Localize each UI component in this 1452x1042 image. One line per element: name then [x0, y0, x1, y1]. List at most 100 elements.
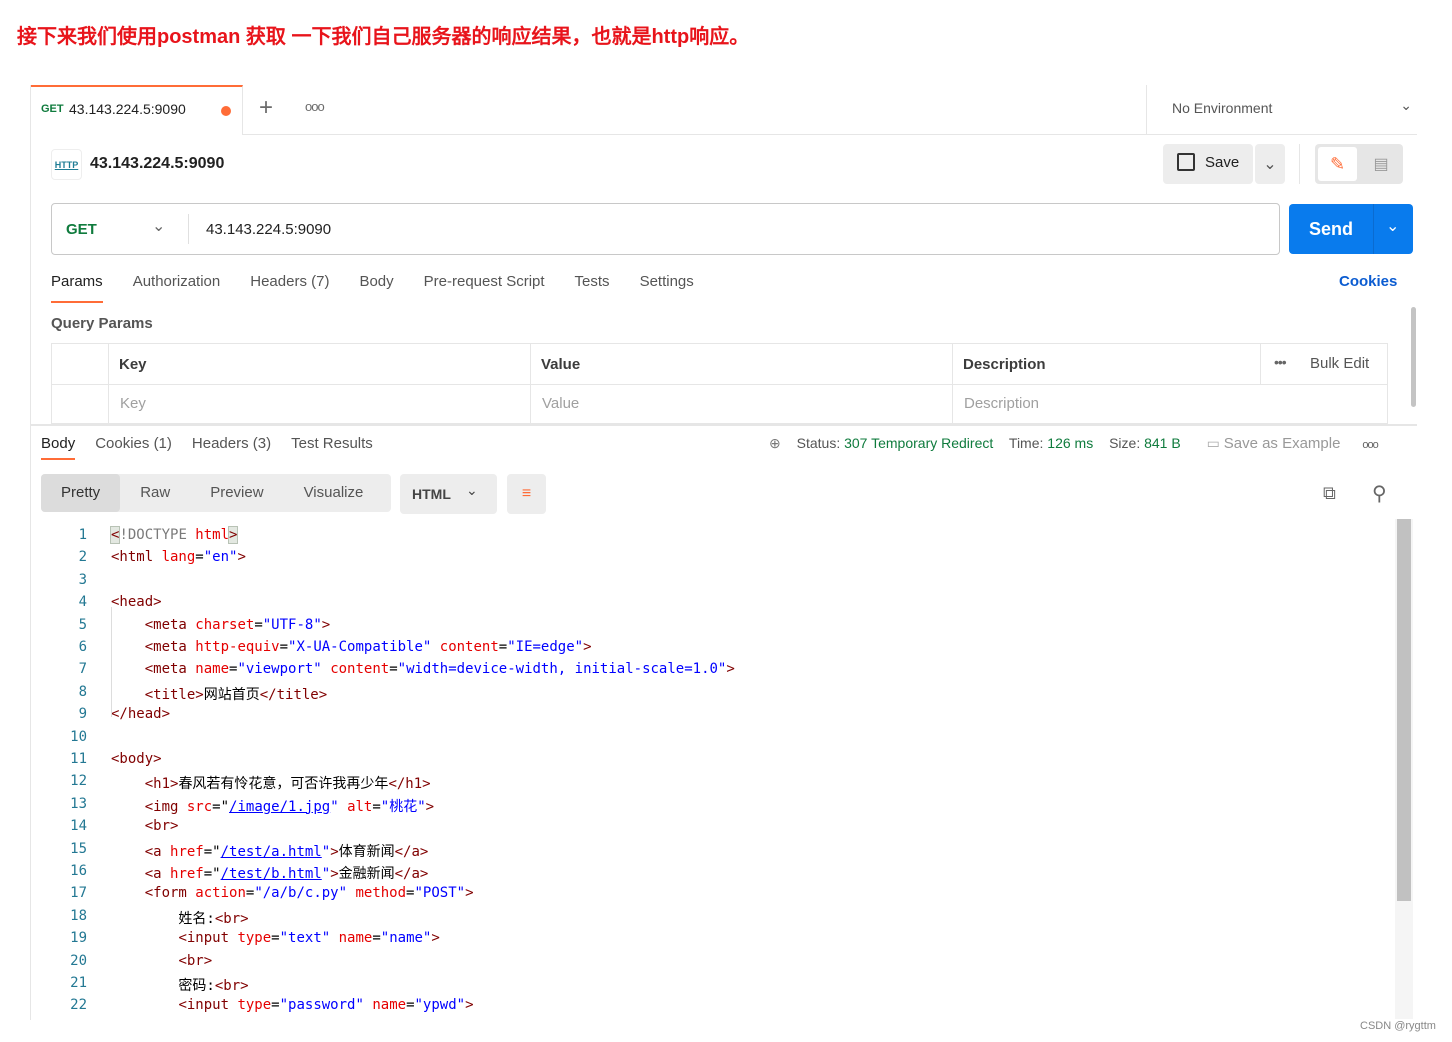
response-tab-headers[interactable]: Headers (3) — [192, 435, 271, 460]
code-token: =" — [203, 866, 221, 882]
code-token: > — [330, 866, 339, 882]
method-select[interactable]: GET — [66, 221, 97, 238]
view-mode-preview[interactable]: Preview — [190, 474, 283, 512]
line-number: 7 — [78, 661, 87, 678]
response-body-editor[interactable]: 1 <!DOCTYPE html> 2 <html lang="en"> 3 4 <head… — [31, 517, 1397, 1017]
response-tab-test-results[interactable]: Test Results — [291, 435, 373, 460]
environment-select[interactable]: No Environment ⌄ — [1172, 97, 1412, 116]
editor-scrollbar-thumb[interactable] — [1397, 519, 1411, 901]
request-tabs: Params Authorization Headers (7) Body Pre-re… — [51, 273, 694, 303]
code-token: </a> — [394, 866, 429, 882]
response-tab-body[interactable]: Body — [41, 435, 76, 460]
code-line: 姓名:<br> — [111, 908, 248, 928]
code-token: <a — [144, 866, 171, 882]
url-input[interactable]: 43.143.224.5:9090 — [206, 221, 331, 238]
tab-headers[interactable]: Headers (7) — [250, 273, 329, 303]
code-token: > — [726, 661, 735, 678]
edit-pencil-icon[interactable]: ✎ — [1318, 147, 1357, 181]
bulk-edit-button[interactable]: Bulk Edit — [1310, 355, 1369, 372]
line-number: 18 — [70, 907, 87, 924]
code-line: 密码:<br> — [111, 975, 248, 995]
code-line: <title>网站首页</title> — [111, 684, 327, 704]
more-options-icon[interactable]: ••• — [1274, 354, 1287, 370]
code-token: "X-UA-Compatible" — [288, 639, 432, 655]
response-tabs: Body Cookies (1) Headers (3) Test Results — [41, 435, 373, 460]
line-number: 8 — [78, 683, 87, 700]
line-number: 12 — [70, 773, 87, 790]
code-link[interactable]: /test/a.html — [221, 844, 322, 860]
comments-icon[interactable]: ▤ — [1363, 147, 1399, 181]
code-token: name — [195, 661, 230, 678]
time-label: Time: — [1008, 435, 1044, 451]
code-token: <body> — [111, 751, 162, 767]
line-number: 10 — [70, 728, 87, 745]
wrap-lines-icon[interactable]: ≡ — [507, 474, 546, 514]
save-example-icon: ▭ — [1206, 435, 1220, 451]
send-options-chevron-icon[interactable]: ⌄ — [1386, 216, 1399, 236]
line-number: 9 — [78, 706, 87, 723]
code-token: "width=device-width, initial-scale=1.0" — [397, 661, 727, 678]
response-tab-cookies[interactable]: Cookies (1) — [95, 435, 172, 460]
more-tabs-icon[interactable]: ooo — [305, 99, 325, 114]
code-line: <meta charset="UTF-8"> — [111, 617, 330, 633]
cookies-link[interactable]: Cookies — [1339, 273, 1397, 290]
format-select[interactable]: HTML ⌄ — [400, 474, 497, 514]
code-token: lang — [161, 549, 196, 566]
save-as-example-button[interactable]: Save as Example — [1224, 435, 1341, 452]
code-token: "ypwd" — [414, 997, 466, 1014]
checkbox-column — [52, 344, 109, 423]
description-input[interactable]: Description — [964, 395, 1039, 412]
code-token: <meta — [144, 639, 196, 655]
code-token: </head> — [111, 706, 171, 723]
tab-body[interactable]: Body — [359, 273, 393, 303]
code-token: = — [195, 549, 204, 566]
code-token: "password" — [279, 997, 364, 1014]
request-tab[interactable]: GET 43.143.224.5:9090 — [31, 85, 243, 135]
code-token: method — [355, 885, 407, 902]
tab-authorization[interactable]: Authorization — [133, 273, 221, 303]
tab-tests[interactable]: Tests — [575, 273, 610, 303]
code-token: name — [372, 997, 407, 1014]
tab-settings[interactable]: Settings — [640, 273, 694, 303]
code-line: <!DOCTYPE html> — [109, 526, 239, 544]
line-number: 22 — [70, 997, 87, 1014]
tab-pre-request-script[interactable]: Pre-request Script — [424, 273, 545, 303]
code-token: > — [425, 798, 435, 815]
indent-guide — [111, 607, 112, 717]
line-number: 13 — [70, 795, 87, 812]
search-icon[interactable]: ⚲ — [1372, 481, 1387, 506]
url-bar: GET ⌄ 43.143.224.5:9090 — [51, 203, 1280, 255]
value-input[interactable]: Value — [542, 395, 579, 412]
more-options-icon[interactable]: ooo — [1362, 439, 1378, 451]
save-button[interactable]: Save — [1163, 144, 1253, 184]
request-name[interactable]: 43.143.224.5:9090 — [90, 155, 224, 173]
request-scrollbar[interactable] — [1411, 307, 1416, 407]
save-options-chevron-icon[interactable]: ⌄ — [1255, 144, 1285, 184]
code-token: <a — [144, 843, 171, 860]
method-chevron-icon[interactable]: ⌄ — [152, 216, 165, 236]
line-number: 2 — [78, 549, 87, 566]
code-token: <meta — [144, 616, 196, 633]
key-input[interactable]: Key — [120, 395, 146, 412]
new-tab-plus-icon[interactable]: + — [259, 94, 273, 122]
code-link[interactable]: /test/b.html — [221, 866, 322, 882]
view-mode-pretty[interactable]: Pretty — [41, 474, 121, 512]
copy-icon[interactable]: ⧉ — [1323, 483, 1336, 504]
pane-divider[interactable] — [31, 424, 1417, 426]
divider — [1146, 85, 1147, 134]
view-mode-raw[interactable]: Raw — [120, 474, 190, 512]
instruction-banner: 接下来我们使用postman 获取 一下我们自己服务器的响应结果，也就是http… — [17, 26, 750, 48]
code-line: <a href="/test/b.html">金融新闻</a> — [111, 863, 429, 883]
send-button[interactable]: Send ⌄ — [1289, 204, 1413, 254]
view-mode-visualize[interactable]: Visualize — [284, 474, 384, 512]
editor-scrollbar-track[interactable] — [1395, 519, 1413, 1019]
postman-window: GET 43.143.224.5:9090 + ooo No Environme… — [30, 85, 1417, 1020]
code-link[interactable]: /image/1.jpg — [229, 799, 330, 815]
code-token: <br> — [178, 952, 213, 969]
tab-params[interactable]: Params — [51, 273, 103, 303]
